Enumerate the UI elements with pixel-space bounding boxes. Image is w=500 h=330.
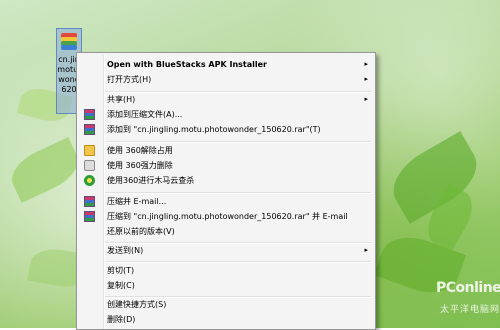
wallpaper-leaf <box>4 137 86 203</box>
submenu-arrow-icon: ▸ <box>364 246 368 254</box>
menu-item-label: 复制(C) <box>107 281 135 290</box>
folder-icon <box>84 145 95 156</box>
menu-item-label: 发送到(N) <box>107 246 144 255</box>
menu-item-label: 打开方式(H) <box>107 75 152 84</box>
menu-item-add-to-named-rar[interactable]: 添加到 "cn.jingling.motu.photowonder_150620… <box>79 121 373 138</box>
menu-item-label: 还原以前的版本(V) <box>107 227 175 236</box>
submenu-arrow-icon: ▸ <box>364 75 368 83</box>
pconline-watermark: PConline 太平洋电脑网 <box>430 276 500 326</box>
winrar-icon <box>84 109 95 120</box>
menu-item-delete[interactable]: 删除(D) <box>79 311 373 328</box>
context-menu: Open with BlueStacks APK Installer ▸ 打开方… <box>76 52 376 330</box>
menu-item-open-with[interactable]: 打开方式(H) ▸ <box>79 71 373 88</box>
winrar-icon <box>84 211 95 222</box>
menu-item-send-to[interactable]: 发送到(N) ▸ <box>79 242 373 259</box>
watermark-brand: PConline <box>436 280 500 296</box>
menu-item-restore-previous-versions[interactable]: 还原以前的版本(V) <box>79 223 373 240</box>
bluestacks-icon <box>61 33 77 51</box>
drive-icon <box>84 160 95 171</box>
winrar-icon <box>84 124 95 135</box>
menu-item-360-trojan-scan[interactable]: 使用360进行木马云查杀 <box>79 172 373 189</box>
menu-item-label: 删除(D) <box>107 315 136 324</box>
menu-item-label: 使用360进行木马云查杀 <box>107 176 195 185</box>
menu-item-label: 添加到 "cn.jingling.motu.photowonder_150620… <box>107 125 321 134</box>
watermark-tagline: 太平洋电脑网 <box>440 305 500 315</box>
360-icon <box>84 175 95 186</box>
winrar-icon <box>84 196 95 207</box>
menu-item-copy[interactable]: 复制(C) <box>79 277 373 294</box>
